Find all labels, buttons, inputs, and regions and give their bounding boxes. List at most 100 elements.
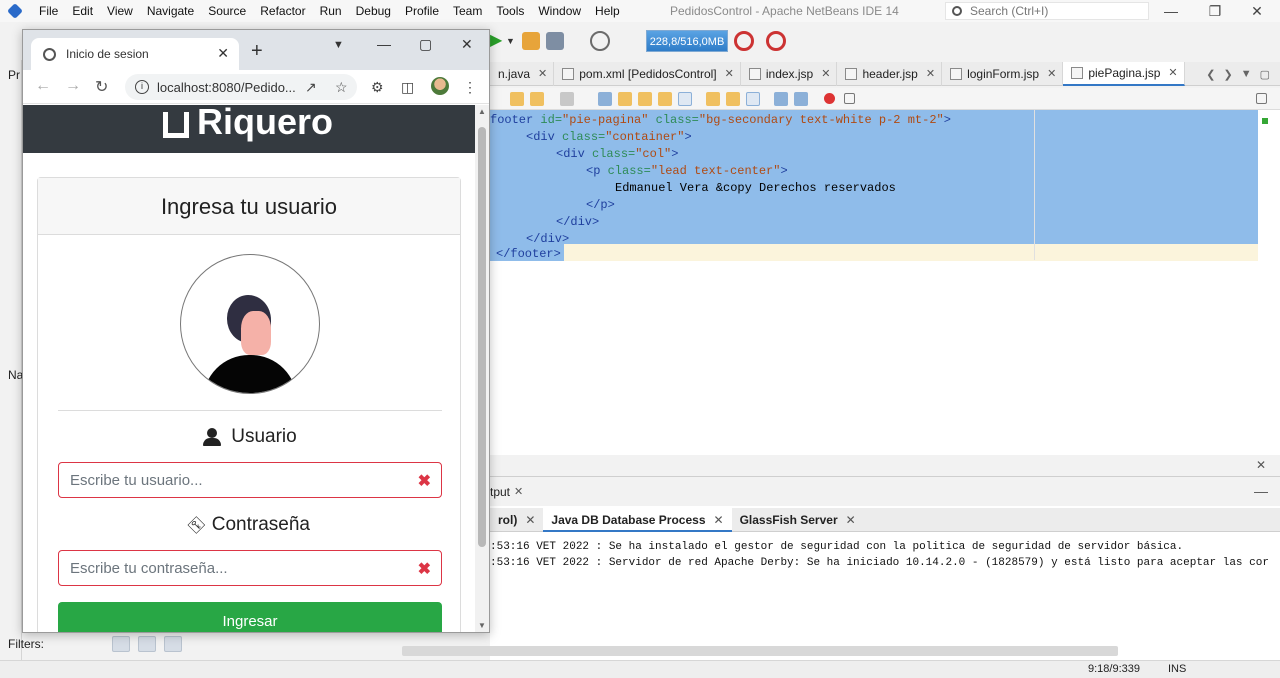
bookmark-star-icon[interactable]: ☆ [335,79,348,96]
scrollbar-thumb[interactable] [478,127,486,547]
close-output-icon[interactable]: ✕ [514,485,523,498]
filter-nonpublic-icon[interactable] [164,636,182,652]
menu-kebab-icon[interactable]: ⋮ [463,79,477,96]
close-tab-icon[interactable]: ✕ [821,67,830,80]
page-scrollbar[interactable]: ▲ ▼ [475,105,489,632]
scroll-tabs-right-icon[interactable]: ❯ [1223,68,1232,81]
close-tab-icon[interactable]: ✕ [525,513,535,527]
menu-edit[interactable]: Edit [65,0,100,22]
close-editor-icon[interactable]: ✕ [1256,458,1266,472]
close-tab-icon[interactable]: ✕ [714,513,724,527]
previous-bookmark-icon[interactable] [706,92,720,106]
find-selection-icon[interactable] [658,92,672,106]
output-tab-javadb[interactable]: Java DB Database Process ✕ [543,507,732,532]
maximize-editor-icon[interactable]: ▢ [1260,68,1270,81]
find-next-icon[interactable] [638,92,652,106]
menu-debug[interactable]: Debug [349,0,398,22]
username-field[interactable]: ✖ [58,462,442,498]
close-tab-icon[interactable]: ✕ [926,67,935,80]
projects-panel-label[interactable]: Pr [8,68,20,82]
menu-tools[interactable]: Tools [489,0,531,22]
code-editor[interactable]: footer id="pie-pagina" class="bg-seconda… [490,110,1280,455]
scroll-down-icon[interactable]: ▼ [478,621,486,630]
tab-search-icon[interactable]: ▼ [333,39,344,51]
browser-tab-active[interactable]: Inicio de sesion ✕ [31,38,239,70]
forward-icon[interactable] [560,92,574,106]
back-icon[interactable]: ← [35,77,51,95]
new-tab-icon[interactable]: + [251,40,263,63]
close-tab-icon[interactable]: ✕ [1168,66,1177,79]
close-tab-icon[interactable]: ✕ [846,513,856,527]
site-info-icon[interactable]: i [135,80,149,94]
history-icon[interactable] [510,92,524,106]
close-tab-icon[interactable]: ✕ [538,67,547,80]
tab-pom-xml[interactable]: pom.xml [PedidosControl] ✕ [554,61,741,86]
back-icon[interactable] [530,92,544,106]
insert-mode[interactable]: INS [1168,663,1186,675]
output-tab-project[interactable]: rol) ✕ [490,508,543,532]
error-stripe-marker[interactable] [1262,118,1268,124]
reload-icon[interactable]: ↻ [95,77,108,97]
close-icon[interactable]: ✕ [461,36,473,53]
menu-view[interactable]: View [100,0,140,22]
close-tab-icon[interactable]: ✕ [725,67,734,80]
side-panel-icon[interactable]: ◫ [401,79,414,96]
filter-fields-icon[interactable] [112,636,130,652]
start-macro-icon[interactable] [824,93,835,104]
tab-java-file[interactable]: n.java ✕ [490,61,555,86]
extensions-icon[interactable]: ⚙ [371,79,384,96]
password-field[interactable]: ✖ [58,550,442,586]
shift-right-icon[interactable] [794,92,808,106]
menu-run[interactable]: Run [313,0,349,22]
close-tab-icon[interactable]: ✕ [1047,67,1056,80]
login-button[interactable]: Ingresar [58,602,442,632]
menu-team[interactable]: Team [446,0,489,22]
profile-avatar[interactable] [431,77,449,95]
minimize-output-icon[interactable]: — [1254,483,1268,499]
output-tab-glassfish[interactable]: GlassFish Server ✕ [732,508,864,532]
address-bar[interactable]: i localhost:8080/Pedido... [125,74,357,100]
filter-static-icon[interactable] [138,636,156,652]
toggle-highlight-icon[interactable] [678,92,692,106]
profiler-snapshot-icon[interactable] [766,31,786,51]
shift-left-icon[interactable] [774,92,788,106]
forward-icon[interactable]: → [65,77,81,95]
next-bookmark-icon[interactable] [726,92,740,106]
scroll-tabs-left-icon[interactable]: ❮ [1206,68,1215,81]
debug-project-icon[interactable] [522,32,540,50]
password-input[interactable] [59,551,389,585]
menu-file[interactable]: File [32,0,65,22]
gc-icon[interactable] [734,31,754,51]
menu-refactor[interactable]: Refactor [253,0,312,22]
find-icon[interactable] [598,92,612,106]
tab-header-jsp[interactable]: header.jsp ✕ [837,61,943,86]
username-input[interactable] [59,463,389,497]
menu-navigate[interactable]: Navigate [140,0,201,22]
output-horizontal-scrollbar[interactable] [402,646,1118,656]
close-icon[interactable]: ✕ [1234,0,1280,22]
share-icon[interactable]: ↗ [305,79,317,96]
tab-piepagina-jsp[interactable]: piePagina.jsp ✕ [1063,61,1185,86]
close-tab-icon[interactable]: ✕ [217,45,229,62]
minimize-icon[interactable]: — [1148,0,1194,22]
ide-search-box[interactable]: Search (Ctrl+I) [945,2,1149,20]
split-editor-icon[interactable] [1256,93,1267,104]
maximize-icon[interactable]: ▢ [419,36,432,53]
menu-window[interactable]: Window [531,0,588,22]
profile-gauge-icon[interactable] [590,31,610,51]
find-previous-icon[interactable] [618,92,632,106]
scroll-up-icon[interactable]: ▲ [478,107,486,116]
show-opened-documents-icon[interactable]: ▼ [1241,68,1252,80]
tab-index-jsp[interactable]: index.jsp ✕ [741,61,838,86]
menu-help[interactable]: Help [588,0,627,22]
profile-project-icon[interactable] [546,32,564,50]
memory-indicator[interactable]: 228,8/516,0MB [646,30,728,52]
site-brand[interactable]: Riquero [163,105,333,143]
minimize-icon[interactable]: — [377,36,391,52]
tab-loginform-jsp[interactable]: loginForm.jsp ✕ [942,61,1064,86]
menu-source[interactable]: Source [201,0,253,22]
menu-profile[interactable]: Profile [398,0,446,22]
toggle-bookmark-icon[interactable] [746,92,760,106]
maximize-icon[interactable]: ❐ [1192,0,1238,22]
stop-macro-icon[interactable] [844,93,855,104]
